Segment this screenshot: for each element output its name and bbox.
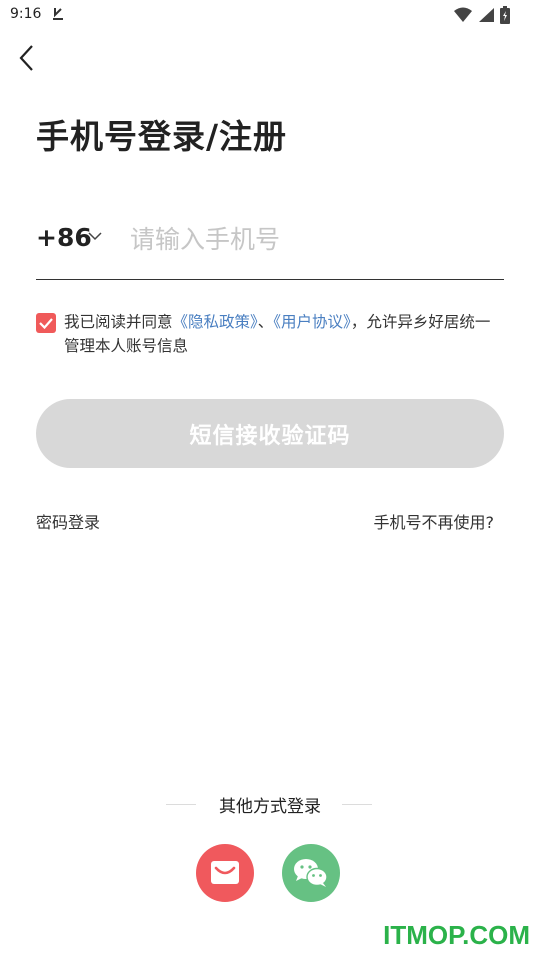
status-bar: 9:16 (0, 0, 540, 32)
other-login-label: 其他方式登录 (219, 797, 321, 817)
privacy-policy-link[interactable]: 《隐私政策》 (173, 313, 258, 331)
agreement-checkbox[interactable] (36, 313, 56, 333)
sms-code-button[interactable]: 短信接收验证码 (36, 399, 504, 468)
country-code-selector[interactable]: +86 (36, 223, 92, 252)
user-agreement-link[interactable]: 《用户协议》 (273, 313, 351, 331)
phone-unused-link[interactable]: 手机号不再使用? (374, 509, 495, 533)
wechat-login-button[interactable] (282, 844, 340, 902)
page-title: 手机号登录/注册 (36, 117, 288, 156)
mail-login-button[interactable] (196, 844, 254, 902)
download-icon (50, 6, 66, 26)
signal-icon (478, 7, 494, 27)
phone-input-row: +86 (36, 215, 504, 280)
check-icon (39, 318, 53, 330)
phone-number-input[interactable] (130, 219, 490, 259)
agreement-separator: 、 (257, 313, 274, 331)
other-login-section: 其他方式登录 (0, 792, 540, 818)
chevron-left-icon (19, 45, 33, 71)
divider-right (342, 804, 372, 805)
battery-icon (500, 6, 510, 28)
back-button[interactable] (12, 40, 44, 76)
agreement-text: 我已阅读并同意《隐私政策》、《用户协议》，允许异乡好居统一管理本人账号信息 (64, 310, 504, 358)
status-time: 9:16 (10, 6, 42, 22)
watermark: ITMOP.COM (383, 920, 530, 950)
status-icons (454, 6, 510, 28)
wechat-icon (294, 859, 328, 887)
mail-icon (211, 861, 239, 884)
chevron-down-icon[interactable] (88, 228, 102, 247)
wifi-icon (454, 7, 472, 27)
password-login-link[interactable]: 密码登录 (36, 509, 100, 533)
agreement-prefix: 我已阅读并同意 (64, 313, 173, 331)
